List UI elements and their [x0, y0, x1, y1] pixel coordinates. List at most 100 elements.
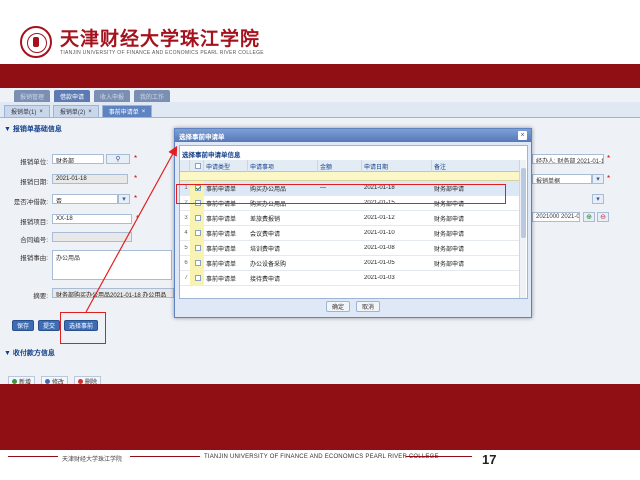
required-mark: *	[136, 214, 140, 223]
logo-text: 天津财经大学珠江学院 TIANJIN UNIVERSITY OF FINANCE…	[60, 28, 264, 57]
section-basic-info[interactable]: ▼ 报销单基础信息	[4, 124, 62, 134]
row-number: 4	[184, 230, 188, 236]
document-tab-bar: 报销单(1) × 报销单(2) × 事前申请单 ×	[0, 102, 640, 118]
row-number: 7	[184, 275, 188, 281]
row-date: 2021-01-10	[364, 230, 395, 236]
doc-tab-2[interactable]: 报销单(2) ×	[52, 105, 99, 117]
chevron-down-icon[interactable]: ▾	[592, 194, 604, 204]
handler-field[interactable]: 经办人: 财务部 2021-01-18	[532, 154, 604, 164]
grid-filter-row[interactable]	[180, 172, 520, 181]
add-icon[interactable]: ⊕	[583, 212, 595, 222]
project-field[interactable]: XX-18	[52, 214, 132, 224]
summary-field[interactable]: 财务部购买办公用品2021-01-18 办公用品	[52, 288, 174, 298]
nav-tab-income[interactable]: 收入申报	[94, 90, 131, 102]
row-checkbox[interactable]	[195, 230, 201, 236]
add-button[interactable]: 新增	[8, 376, 36, 384]
flag-label: 是否冲借款:	[13, 199, 48, 206]
doc-tab-3[interactable]: 事前申请单 ×	[101, 105, 153, 117]
delete-label: 删除	[85, 379, 98, 385]
row-desc: 差旅费报销	[250, 216, 281, 223]
close-icon[interactable]: ×	[88, 109, 92, 115]
row-checkbox[interactable]	[195, 260, 201, 266]
footer-school-cn: 天津财经大学珠江学院	[62, 457, 123, 463]
delete-button[interactable]: 删除	[74, 376, 102, 385]
row-checkbox-cell[interactable]	[190, 270, 204, 286]
row-checkbox[interactable]	[195, 245, 201, 251]
col-type[interactable]: 申请类型	[204, 160, 248, 172]
section-payee-info[interactable]: ▼ 收付款方信息	[4, 348, 55, 358]
search-icon: ⚲	[115, 156, 121, 163]
remove-icon[interactable]: ⊖	[597, 212, 609, 222]
dialog-title: 选择事前申请单	[179, 133, 225, 141]
dept-field[interactable]: 财务部	[52, 154, 104, 164]
submit-button[interactable]: 提交	[38, 320, 61, 331]
nav-tab-reimburse[interactable]: 报销管理	[14, 90, 51, 102]
row-note: 财务部申请	[434, 261, 465, 268]
ok-button[interactable]: 确定	[325, 301, 350, 312]
chevron-down-icon[interactable]: ▾	[592, 174, 604, 184]
doc-tab-label: 报销单(2)	[59, 110, 86, 116]
chevron-down-icon[interactable]: ▾	[118, 194, 130, 204]
row-date: 2021-01-08	[364, 245, 395, 251]
date-label: 报销日期:	[20, 179, 48, 186]
doc-tab-label: 事前申请单	[108, 110, 139, 116]
row-type: 事前申请单	[206, 246, 237, 253]
flag-select[interactable]: 否	[52, 194, 118, 204]
nav-tab-work[interactable]: 我的工作	[134, 90, 171, 102]
contract-field[interactable]	[52, 232, 132, 242]
grid-scrollbar[interactable]	[519, 160, 526, 298]
row-checkbox-cell[interactable]	[190, 210, 204, 226]
dialog-grid: 选择事前申请单信息 申请类型 申请事项 金额 申请日期 备注 1 事前申请单 购买办…	[179, 145, 528, 299]
col-amount[interactable]: 金额	[318, 160, 362, 172]
col-num	[180, 160, 190, 172]
footer-rule	[406, 456, 472, 457]
close-icon[interactable]: ×	[39, 109, 43, 115]
table-row[interactable]: 5 事前申请单 培训费申请 2021-01-08 财务部申请	[180, 240, 520, 256]
row-note: 财务部申请	[434, 216, 465, 223]
row-checkbox-cell[interactable]	[190, 240, 204, 256]
row-checkbox-cell[interactable]	[190, 255, 204, 271]
school-seal-icon	[20, 26, 52, 58]
save-button[interactable]: 保存	[12, 320, 35, 331]
page-number: 17	[482, 452, 497, 467]
select-request-dialog: 选择事前申请单 × 选择事前申请单信息 申请类型 申请事项 金额 申请日期 备注…	[174, 128, 532, 318]
purpose-field[interactable]: 办公用品	[52, 250, 172, 280]
date-field[interactable]: 2021-01-18	[52, 174, 128, 184]
col-desc[interactable]: 申请事项	[248, 160, 318, 172]
select-all-checkbox[interactable]	[194, 163, 201, 169]
row-desc: 办公设备采购	[250, 261, 287, 268]
col-note[interactable]: 备注	[432, 160, 520, 172]
required-mark: *	[607, 174, 611, 183]
add-icon	[12, 378, 17, 384]
school-name-en: TIANJIN UNIVERSITY OF FINANCE AND ECONOM…	[60, 49, 264, 56]
dialog-titlebar: 选择事前申请单 ×	[175, 129, 531, 142]
table-row[interactable]: 4 事前申请单 会议费申请 2021-01-10 财务部申请	[180, 225, 520, 241]
row-checkbox[interactable]	[195, 215, 201, 221]
row-desc: 会议费申请	[250, 231, 281, 238]
table-row[interactable]: 6 事前申请单 办公设备采购 2021-01-05 财务部申请	[180, 255, 520, 271]
row-number: 3	[184, 215, 188, 221]
close-icon[interactable]: ×	[518, 131, 527, 140]
row-date: 2021-01-03	[364, 275, 395, 281]
doc-tab-1[interactable]: 报销单(1) ×	[4, 105, 50, 117]
number-field[interactable]: 2021000 2021-01-18	[532, 212, 580, 222]
nav-tab-loan[interactable]: 借款申请	[54, 90, 91, 102]
scroll-thumb[interactable]	[521, 168, 526, 238]
table-row[interactable]: 7 事前申请单 接待费申请 2021-01-03	[180, 270, 520, 286]
close-icon[interactable]: ×	[142, 109, 146, 115]
row-checkbox[interactable]	[195, 275, 201, 281]
search-button[interactable]: ⚲	[106, 154, 130, 164]
table-row[interactable]: 3 事前申请单 差旅费报销 2021-01-12 财务部申请	[180, 210, 520, 226]
payee-toolbar: 新增 修改 删除	[8, 376, 102, 385]
type-select[interactable]: 报销单据	[532, 174, 592, 184]
row-checkbox-cell[interactable]	[190, 225, 204, 241]
edit-button[interactable]: 修改	[41, 376, 69, 385]
row-desc: 培训费申请	[250, 246, 281, 253]
col-date[interactable]: 申请日期	[362, 160, 432, 172]
callout-box-row	[176, 184, 506, 204]
project-label: 报销项目:	[20, 219, 48, 226]
edit-label: 修改	[52, 379, 65, 385]
col-check[interactable]	[190, 160, 204, 172]
cancel-button[interactable]: 取消	[356, 301, 381, 312]
doc-tab-label: 报销单(1)	[11, 110, 37, 116]
